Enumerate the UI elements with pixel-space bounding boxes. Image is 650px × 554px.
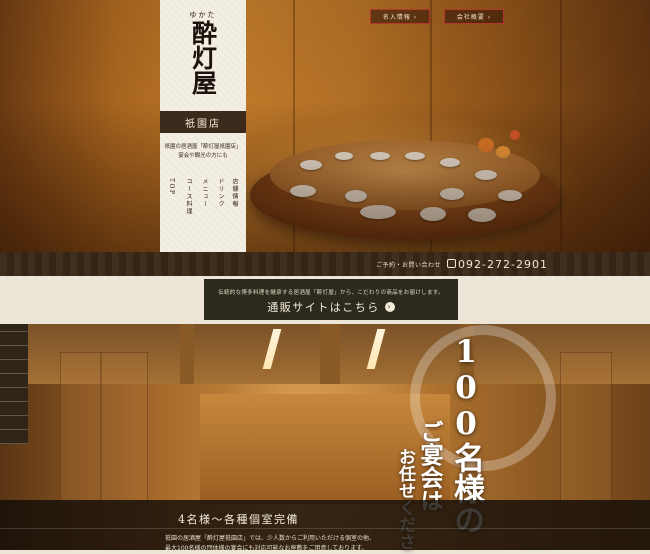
nav-menu[interactable]: メニュー (200, 178, 209, 208)
banner-title[interactable]: 通販サイトはこちら › (204, 299, 458, 315)
logo-kana: ゆかた (189, 11, 217, 19)
nav-course[interactable]: コース料理 (184, 178, 193, 216)
caption-title: 4名様～各種個室完備 (178, 513, 299, 526)
banner-subtitle: 伝統的な博多料理を継承する居酒屋「酔灯屋」から、こだわりの商品をお届けします。 (218, 290, 444, 296)
online-shop-banner[interactable]: 伝統的な博多料理を継承する居酒屋「酔灯屋」から、こだわりの商品をお届けします。 … (204, 279, 458, 320)
phone-number[interactable]: 092-272-2901 (447, 258, 548, 271)
nav-top[interactable]: TOP (168, 178, 175, 195)
contact-label: ご予約・お問い合わせ (376, 262, 442, 269)
store-info-button[interactable]: 名入情報 › (370, 9, 430, 24)
shoji-screen (0, 324, 28, 444)
branch-name: 祇園店 (160, 111, 246, 133)
nav-drink[interactable]: ドリンク (216, 178, 225, 208)
arrow-right-icon: › (384, 302, 395, 312)
hero-headline-2: ご宴会は (416, 420, 443, 512)
phone-icon (447, 259, 457, 268)
caption-text: 祇園の居酒屋「酔灯屋祇園店」では、少人数からご利用いただける個室の他、 最大10… (165, 535, 376, 553)
logo-description: 祇園の居酒屋「酔灯屋祇園店」 宴会や観光の方にも (164, 144, 242, 159)
company-profile-button[interactable]: 会社概要 › (444, 9, 504, 24)
logo[interactable]: 酔灯屋 (160, 20, 246, 108)
logo-panel: ゆかた 酔灯屋 祇園店 祇園の居酒屋「酔灯屋祇園店」 宴会や観光の方にも TOP… (160, 0, 246, 252)
nav-store-info[interactable]: 店舗情報 (230, 178, 239, 208)
hero-image: 名入情報 › 会社概要 › (0, 0, 650, 252)
contact-strip (0, 252, 650, 276)
contact-info: ご予約・お問い合わせ 092-272-2901 (376, 258, 548, 271)
